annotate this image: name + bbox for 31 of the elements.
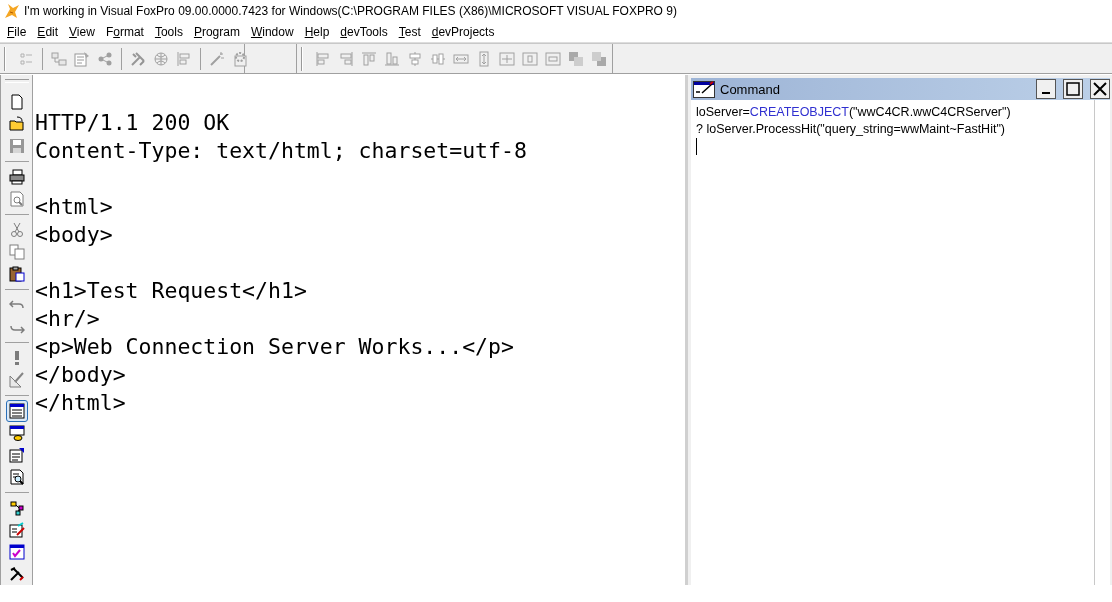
maximize-icon[interactable] [1063, 79, 1083, 99]
output-line: Content-Type: text/html; charset=utf-8 [35, 137, 528, 165]
text-cursor [696, 138, 697, 155]
command-window-icon [693, 80, 715, 98]
output-line: </html> [35, 389, 127, 417]
menu-item[interactable]: devProjects [426, 25, 501, 39]
menu-item[interactable]: File [2, 25, 33, 39]
window-title: Command [720, 81, 781, 97]
output-line: <p>Web Connection Server Works...</p> [35, 333, 515, 361]
window-icon[interactable] [5, 400, 28, 422]
output-line: <h1>Test Request</h1> [35, 277, 308, 305]
menu-item[interactable]: Help [299, 25, 336, 39]
menu-item[interactable]: Program [188, 25, 246, 39]
output-line: <body> [35, 221, 114, 249]
minimize-icon[interactable] [1036, 79, 1056, 99]
output-line: HTTP/1.1 200 OK [35, 109, 231, 137]
menu-item[interactable]: View [64, 25, 101, 39]
output-line: </body> [35, 361, 127, 389]
menu-item[interactable]: Format [100, 25, 150, 39]
menu-item[interactable]: Edit [32, 25, 65, 39]
command-line: loServer=CREATEOBJECT("wwC4CR.wwC4CRServer") [696, 104, 1012, 121]
command-line: ? loServer.ProcessHit("query_string=wwMaint~FastHit") [696, 121, 1006, 138]
output-line: <html> [35, 193, 114, 221]
menu-item[interactable]: devTools [335, 25, 394, 39]
fox-logo-icon [4, 3, 20, 19]
menu-item[interactable]: Window [245, 25, 300, 39]
close-icon[interactable] [1090, 79, 1110, 99]
window-title: I'm working in Visual FoxPro 09.00.0000.7423 for Windows(C:\PROGRAM FILES (X86)\MICROSOFT VISUAL FOXPRO 9) [24, 4, 677, 18]
menu-item[interactable]: Tools [149, 25, 189, 39]
output-line: <hr/> [35, 305, 101, 333]
menu-item[interactable]: Test [393, 25, 427, 39]
